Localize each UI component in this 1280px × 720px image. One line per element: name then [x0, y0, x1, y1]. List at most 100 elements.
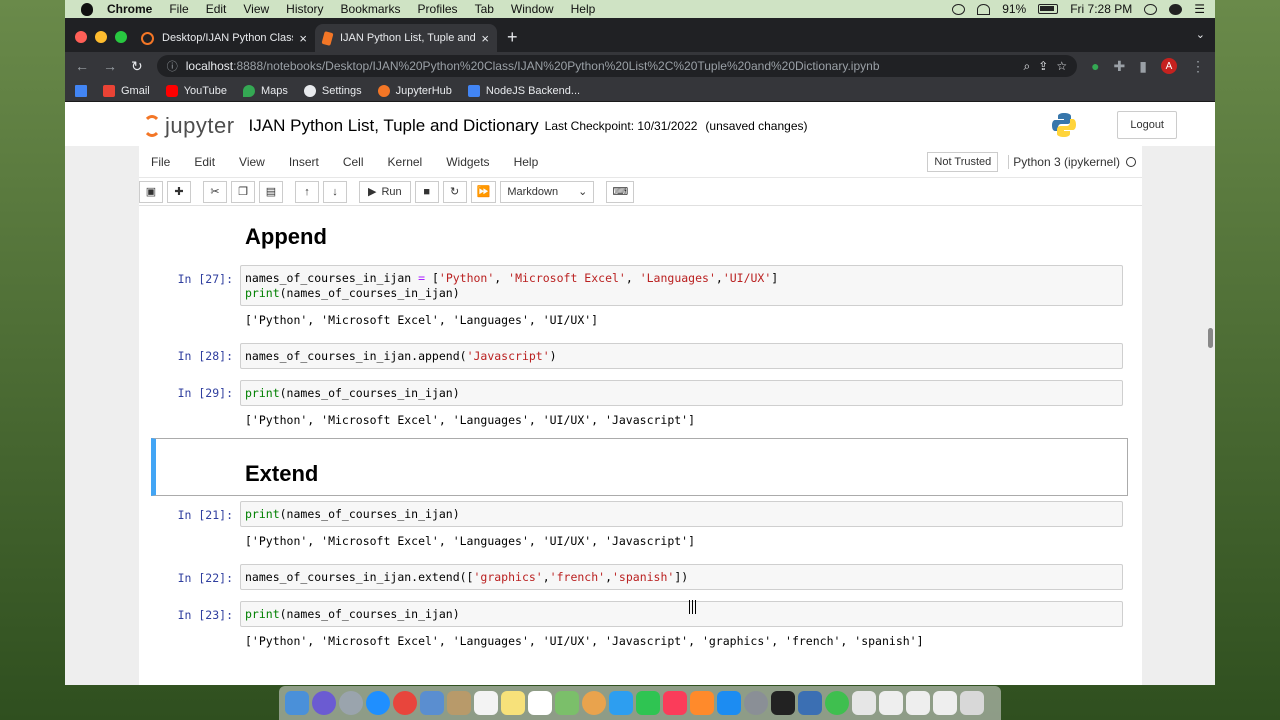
command-palette-button[interactable]: ⌨ — [606, 180, 635, 203]
more-menu-icon[interactable]: ⋮ — [1191, 58, 1205, 75]
jupyter-logo[interactable]: jupyter — [143, 113, 235, 139]
control-center-icon[interactable] — [1169, 3, 1183, 15]
nb-menu-widgets[interactable]: Widgets — [434, 155, 501, 169]
system-preferences-icon[interactable] — [744, 691, 768, 715]
menu-edit[interactable]: Edit — [206, 2, 227, 16]
nb-menu-kernel[interactable]: Kernel — [376, 155, 435, 169]
bookmark-youtube[interactable]: YouTube — [165, 84, 227, 97]
code-cell-input[interactable]: print(names_of_courses_in_ijan) — [240, 380, 1123, 406]
site-info-icon[interactable]: ⓘ — [167, 58, 178, 74]
puzzle-extensions-icon[interactable]: ✚ — [1114, 58, 1126, 75]
maps-dock-icon[interactable] — [555, 691, 579, 715]
notes-icon[interactable] — [501, 691, 525, 715]
nb-menu-file[interactable]: File — [139, 155, 182, 169]
copy-button[interactable]: ❐ — [231, 180, 255, 203]
page-scrollbar[interactable] — [1208, 328, 1213, 348]
activity-icon[interactable] — [825, 691, 849, 715]
window-thumbnail-icon[interactable] — [906, 691, 930, 715]
chrome-icon[interactable] — [393, 691, 417, 715]
photos-icon[interactable] — [582, 691, 606, 715]
siri-icon[interactable] — [312, 691, 336, 715]
nb-menu-insert[interactable]: Insert — [277, 155, 331, 169]
save-button[interactable]: ▣ — [139, 180, 163, 203]
finder-icon[interactable] — [285, 691, 309, 715]
code-cell-input[interactable]: names_of_courses_in_ijan = ['Python', 'M… — [240, 265, 1123, 306]
bookmark-gmail[interactable]: Gmail — [103, 84, 150, 97]
bookmark-maps[interactable]: Maps — [242, 84, 288, 97]
terminal-icon[interactable] — [771, 691, 795, 715]
menu-view[interactable]: View — [243, 2, 269, 16]
menu-window[interactable]: Window — [511, 2, 554, 16]
restart-button[interactable]: ↻ — [442, 180, 467, 203]
tab-search-chevron-icon[interactable]: ⌄ — [1196, 28, 1205, 41]
music-icon[interactable] — [663, 691, 687, 715]
paste-button[interactable]: ▤ — [259, 180, 283, 203]
code-cell-input[interactable]: print(names_of_courses_in_ijan) — [240, 501, 1123, 527]
close-tab-icon[interactable]: × — [481, 31, 489, 46]
record-icon[interactable] — [952, 3, 966, 15]
menu-profiles[interactable]: Profiles — [418, 2, 458, 16]
bookmark-jupyterhub[interactable]: JupyterHub — [377, 84, 452, 97]
share-icon[interactable]: ⇪ — [1038, 59, 1048, 73]
run-button[interactable]: ▶ Run — [359, 180, 411, 203]
tab-notebook[interactable]: IJAN Python List, Tuple and Di × — [315, 24, 497, 52]
menu-extras-icon[interactable]: ☰ — [1194, 2, 1205, 16]
menu-app-name[interactable]: Chrome — [107, 2, 152, 16]
apps-grid-icon[interactable] — [75, 84, 87, 97]
launchpad-icon[interactable] — [339, 691, 363, 715]
profile-avatar[interactable]: A — [1161, 58, 1177, 74]
back-icon[interactable]: ← — [75, 58, 89, 74]
extension-icon[interactable]: ● — [1091, 58, 1099, 74]
new-tab-button[interactable]: + — [507, 27, 518, 48]
nb-menu-cell[interactable]: Cell — [331, 155, 376, 169]
books-icon[interactable] — [690, 691, 714, 715]
cell-type-select[interactable]: Markdown ⌄ — [500, 180, 595, 203]
zoom-icon[interactable]: ⌕ — [1024, 59, 1031, 74]
nb-menu-edit[interactable]: Edit — [182, 155, 227, 169]
cut-button[interactable]: ✂ — [203, 180, 227, 203]
window-thumbnail-icon[interactable] — [879, 691, 903, 715]
logout-button[interactable]: Logout — [1117, 111, 1177, 139]
calendar-icon[interactable] — [474, 691, 498, 715]
code-cell-input[interactable]: names_of_courses_in_ijan.append('Javascr… — [240, 343, 1123, 369]
wifi-icon[interactable] — [977, 3, 991, 15]
quicktime-icon[interactable] — [798, 691, 822, 715]
code-cell-input[interactable]: names_of_courses_in_ijan.extend(['graphi… — [240, 564, 1123, 590]
trash-icon[interactable] — [960, 691, 984, 715]
menu-file[interactable]: File — [169, 2, 188, 16]
code-cell-input[interactable]: print(names_of_courses_in_ijan) — [240, 601, 1123, 627]
heading-extend[interactable]: Extend — [245, 461, 318, 487]
preview-icon[interactable] — [420, 691, 444, 715]
nb-menu-help[interactable]: Help — [502, 155, 551, 169]
window-thumbnail-icon[interactable] — [933, 691, 957, 715]
zoom-window-button[interactable] — [115, 31, 127, 43]
heading-append[interactable]: Append — [245, 224, 327, 250]
bookmark-nodejs[interactable]: NodeJS Backend... — [467, 84, 580, 97]
interrupt-button[interactable]: ■ — [414, 180, 439, 203]
nb-menu-view[interactable]: View — [227, 155, 277, 169]
close-window-button[interactable] — [75, 31, 87, 43]
menu-help[interactable]: Help — [571, 2, 596, 16]
messages-icon[interactable] — [609, 691, 633, 715]
apple-icon[interactable] — [81, 2, 93, 16]
menu-tab[interactable]: Tab — [475, 2, 494, 16]
menu-history[interactable]: History — [286, 2, 323, 16]
notebook-title[interactable]: IJAN Python List, Tuple and Dictionary — [249, 116, 539, 136]
safari-icon[interactable] — [366, 691, 390, 715]
folder-stack-icon[interactable] — [852, 691, 876, 715]
forward-icon[interactable]: → — [103, 58, 117, 74]
search-icon[interactable] — [1144, 3, 1158, 15]
tab-desktop-folder[interactable]: Desktop/IJAN Python Class/ × — [133, 24, 315, 52]
side-panel-icon[interactable]: ▮ — [1139, 58, 1147, 75]
restart-run-all-button[interactable]: ⏩ — [470, 180, 497, 203]
app-store-icon[interactable] — [717, 691, 741, 715]
contacts-icon[interactable] — [447, 691, 471, 715]
address-bar[interactable]: ⓘ localhost:8888/notebooks/Desktop/IJAN%… — [156, 55, 1078, 77]
bookmark-settings[interactable]: Settings — [303, 84, 362, 97]
reminders-icon[interactable] — [528, 691, 552, 715]
facetime-icon[interactable] — [636, 691, 660, 715]
close-tab-icon[interactable]: × — [299, 31, 307, 46]
move-down-button[interactable]: ↓ — [323, 180, 347, 203]
kernel-name[interactable]: Python 3 (ipykernel) — [1008, 154, 1120, 169]
menu-bookmarks[interactable]: Bookmarks — [341, 2, 401, 16]
